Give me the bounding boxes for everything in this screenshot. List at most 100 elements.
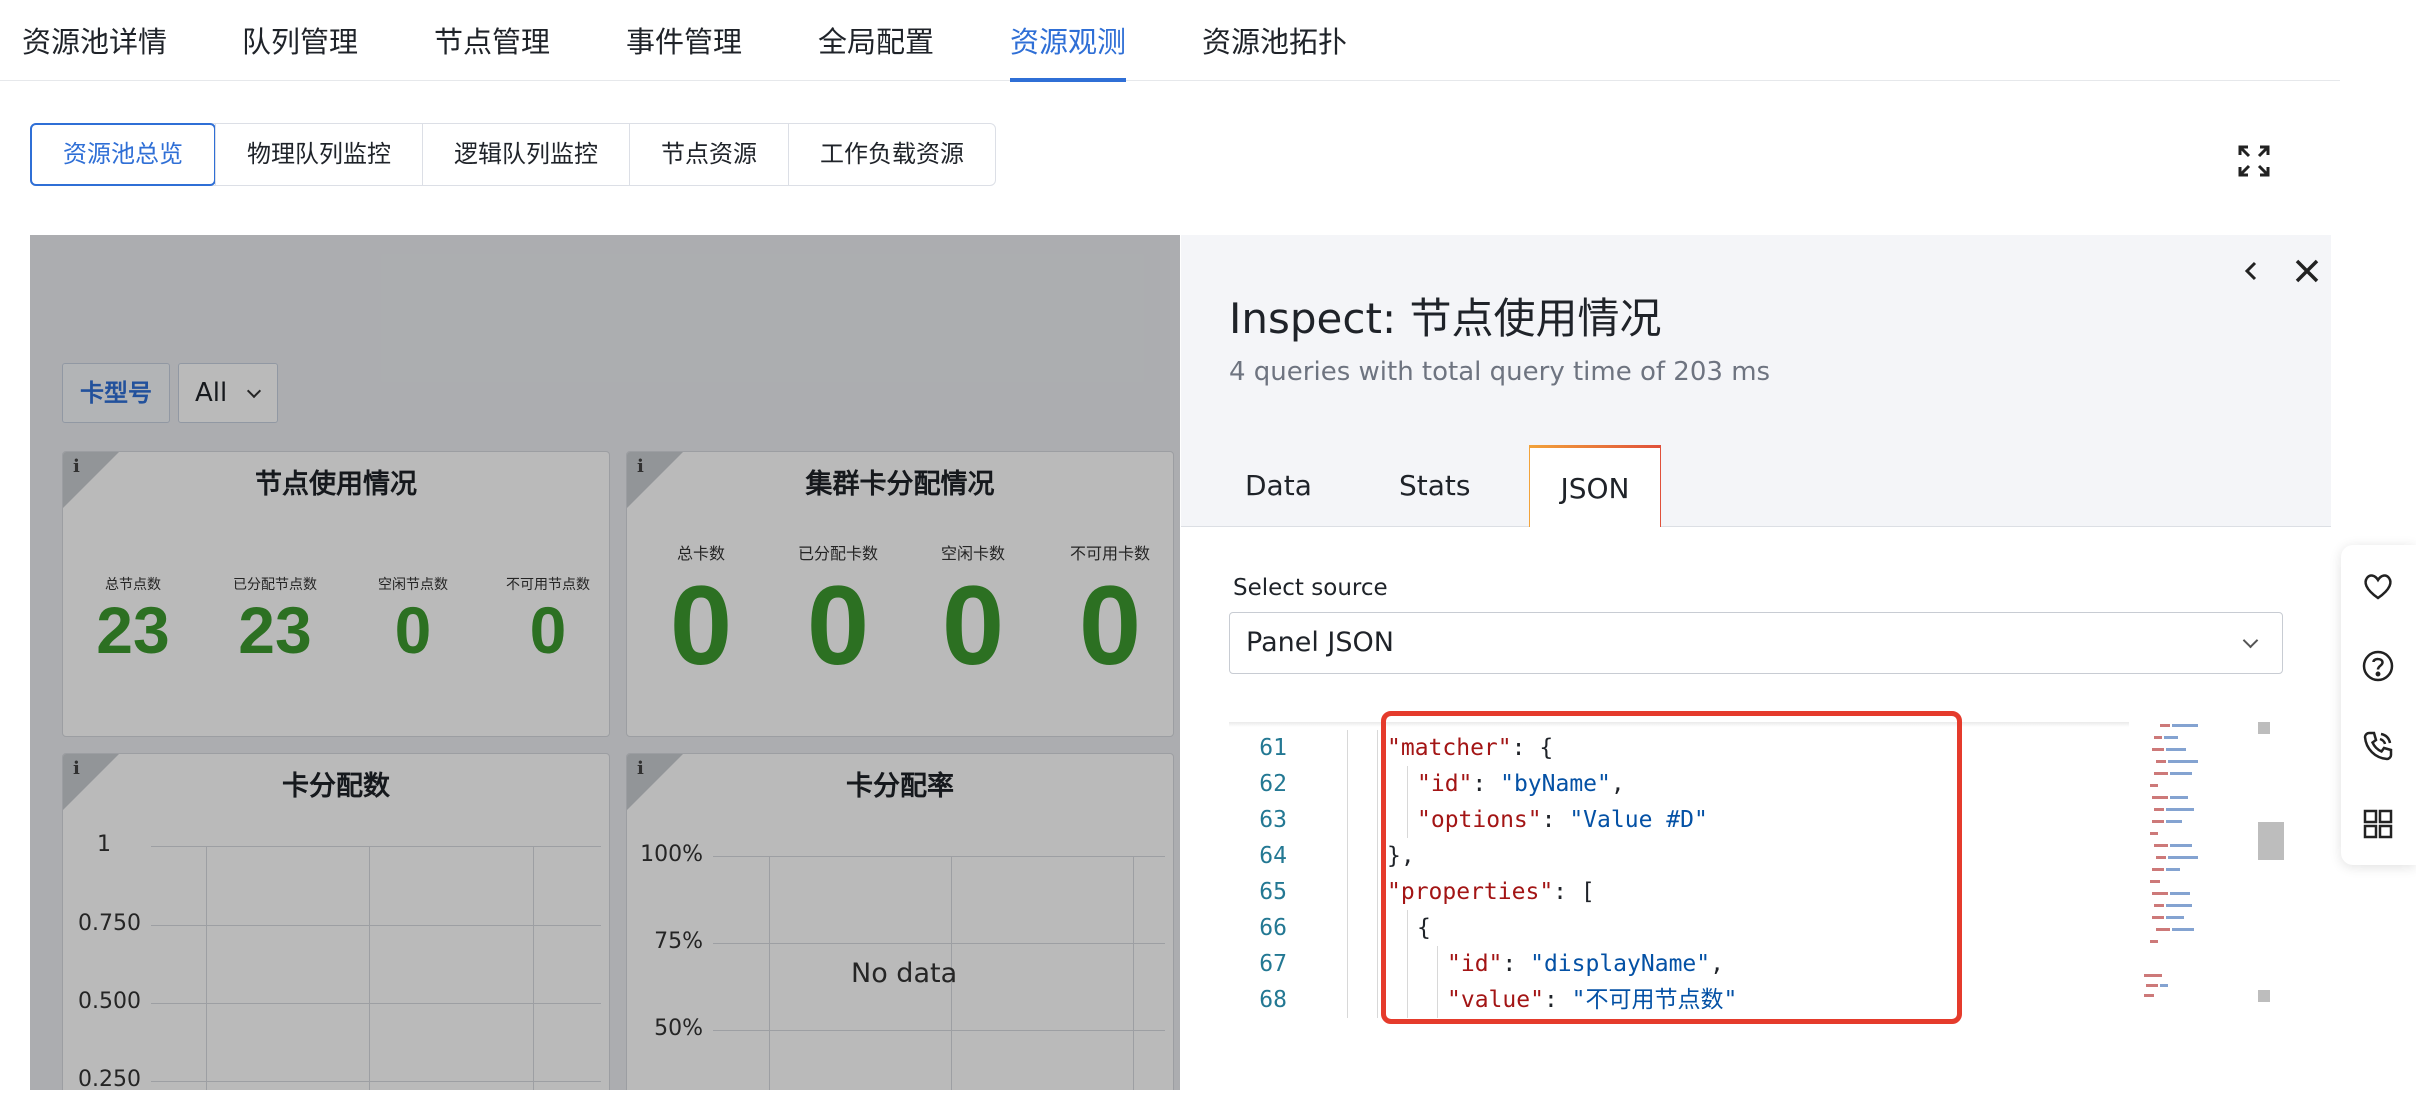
inspect-tab-stats[interactable]: Stats <box>1399 445 1470 527</box>
chevron-down-icon <box>2242 632 2259 649</box>
code-token: }, <box>1387 843 1415 869</box>
stat-value: 0 <box>806 563 870 688</box>
indent-guide <box>1347 838 1348 874</box>
indent-guide <box>1377 874 1378 910</box>
editor-minimap[interactable] <box>2140 722 2250 1007</box>
stat-label: 已分配卡数 <box>797 544 878 563</box>
subtab-logical-queue[interactable]: 逻辑队列监控 <box>422 124 629 185</box>
code-line: 65 "properties": [ <box>1229 874 1594 910</box>
indent-guide <box>1377 730 1378 766</box>
help-icon[interactable] <box>2361 649 2395 683</box>
code-token: { <box>1417 915 1431 941</box>
editor-shadow <box>1229 722 2129 727</box>
code-text: "properties": [ <box>1387 874 1595 910</box>
indent-guide <box>1407 802 1408 838</box>
line-number: 68 <box>1259 987 1287 1013</box>
tab-event-management[interactable]: 事件管理 <box>626 20 742 81</box>
chevron-left-icon[interactable] <box>2235 255 2267 287</box>
indent-guide <box>1347 946 1348 982</box>
grid-line <box>1133 856 1134 1090</box>
inspect-tab-data[interactable]: Data <box>1245 445 1312 527</box>
code-token: : { <box>1511 735 1554 761</box>
top-tab-bar: 资源池详情 队列管理 节点管理 事件管理 全局配置 资源观测 资源池拓扑 <box>0 0 2340 82</box>
tab-global-config[interactable]: 全局配置 <box>818 20 934 81</box>
expand-icon[interactable] <box>2236 143 2272 179</box>
code-token: "properties" <box>1387 879 1554 905</box>
grid-line <box>713 856 1165 857</box>
code-text: }, <box>1387 838 1415 874</box>
indent-guide <box>1377 910 1378 946</box>
code-token: "displayName" <box>1530 951 1711 977</box>
scrollbar-thumb[interactable] <box>2258 822 2284 860</box>
json-code-editor[interactable]: 61 "matcher": {62 "id": "byName", 63 "option… <box>1229 722 2283 1098</box>
inspect-header: Inspect: 节点使用情况 4 queries with total que… <box>1181 235 2331 527</box>
stat-idle-nodes: 空闲节点数 0 <box>363 574 463 666</box>
stat-value: 0 <box>1078 563 1142 688</box>
indent-guide <box>1437 982 1438 1018</box>
tab-resource-observation[interactable]: 资源观测 <box>1010 20 1127 82</box>
close-icon[interactable] <box>2287 251 2327 291</box>
tab-node-management[interactable]: 节点管理 <box>434 20 550 81</box>
indent-guide <box>1377 838 1378 874</box>
select-source-dropdown[interactable]: Panel JSON <box>1229 612 2283 674</box>
code-token: "不可用节点数" <box>1571 987 1738 1013</box>
code-token: "byName" <box>1500 771 1611 797</box>
subtab-node-resource[interactable]: 节点资源 <box>629 124 788 185</box>
phone-icon[interactable] <box>2361 729 2395 763</box>
tab-resource-pool-topology[interactable]: 资源池拓扑 <box>1202 20 1347 81</box>
indent-guide <box>1437 946 1438 982</box>
code-text: "matcher": { <box>1387 730 1553 766</box>
y-tick: 100% <box>640 842 703 867</box>
no-data-text: No data <box>851 958 958 989</box>
code-line: 63 "options": "Value #D" <box>1229 802 1708 838</box>
code-text: "id": "byName", <box>1417 766 1625 802</box>
subtab-workload-resource[interactable]: 工作负载资源 <box>788 124 995 185</box>
indent-guide <box>1377 766 1378 802</box>
scrollbar-marker <box>2258 722 2270 734</box>
code-token: : <box>1541 807 1570 833</box>
y-tick: 0.750 <box>78 911 141 936</box>
inspect-tab-json[interactable]: JSON <box>1529 445 1661 527</box>
y-tick: 50% <box>654 1016 703 1041</box>
stat-label: 空闲节点数 <box>378 577 448 593</box>
stat-unavailable-cards: 不可用卡数 0 <box>1055 540 1165 688</box>
tab-resource-pool-detail[interactable]: 资源池详情 <box>22 20 167 81</box>
dashboard-area: 卡型号 All i 节点使用情况 总节点数 23 已分配节点数 23 空闲节点数… <box>30 235 1180 1090</box>
chevron-down-icon <box>246 383 262 399</box>
stat-label: 已分配节点数 <box>233 577 317 593</box>
panel-title: 卡分配数 <box>282 771 390 802</box>
stat-label: 不可用卡数 <box>1069 544 1150 563</box>
code-text: "value": "不可用节点数" <box>1447 982 1737 1018</box>
code-token: : [ <box>1553 879 1595 905</box>
heart-icon[interactable] <box>2361 569 2395 603</box>
stat-allocated-nodes: 已分配节点数 23 <box>215 574 335 666</box>
select-source-label: Select source <box>1233 575 1388 601</box>
code-token: : <box>1502 951 1531 977</box>
line-number: 65 <box>1259 879 1287 905</box>
grid-line <box>769 856 770 1090</box>
stat-label: 不可用节点数 <box>506 577 590 593</box>
code-text: { <box>1417 910 1431 946</box>
panel-card-allocation-count: i 卡分配数 1 0.750 0.500 0.250 <box>62 753 610 1090</box>
indent-guide <box>1347 766 1348 802</box>
variable-select[interactable]: All <box>178 363 278 423</box>
indent-guide <box>1347 982 1348 1018</box>
code-token: : <box>1543 987 1572 1013</box>
code-token: "Value #D" <box>1569 807 1708 833</box>
stat-value: 0 <box>941 563 1005 688</box>
apps-grid-icon[interactable] <box>2361 807 2395 841</box>
tab-queue-management[interactable]: 队列管理 <box>242 20 358 81</box>
subtab-pool-overview[interactable]: 资源池总览 <box>30 123 216 186</box>
panel-title: 卡分配率 <box>846 771 954 802</box>
panel-title: 节点使用情况 <box>255 469 417 500</box>
indent-guide <box>1407 946 1408 982</box>
subtab-physical-queue[interactable]: 物理队列监控 <box>215 124 422 185</box>
line-number: 61 <box>1259 735 1287 761</box>
panel-node-usage: i 节点使用情况 总节点数 23 已分配节点数 23 空闲节点数 0 不可用节点… <box>62 451 610 737</box>
y-tick: 75% <box>654 929 703 954</box>
code-token: : <box>1472 771 1501 797</box>
indent-guide <box>1407 910 1408 946</box>
grid-line <box>369 846 370 1090</box>
stat-total-nodes: 总节点数 23 <box>83 574 183 666</box>
code-token: "id" <box>1447 951 1503 977</box>
